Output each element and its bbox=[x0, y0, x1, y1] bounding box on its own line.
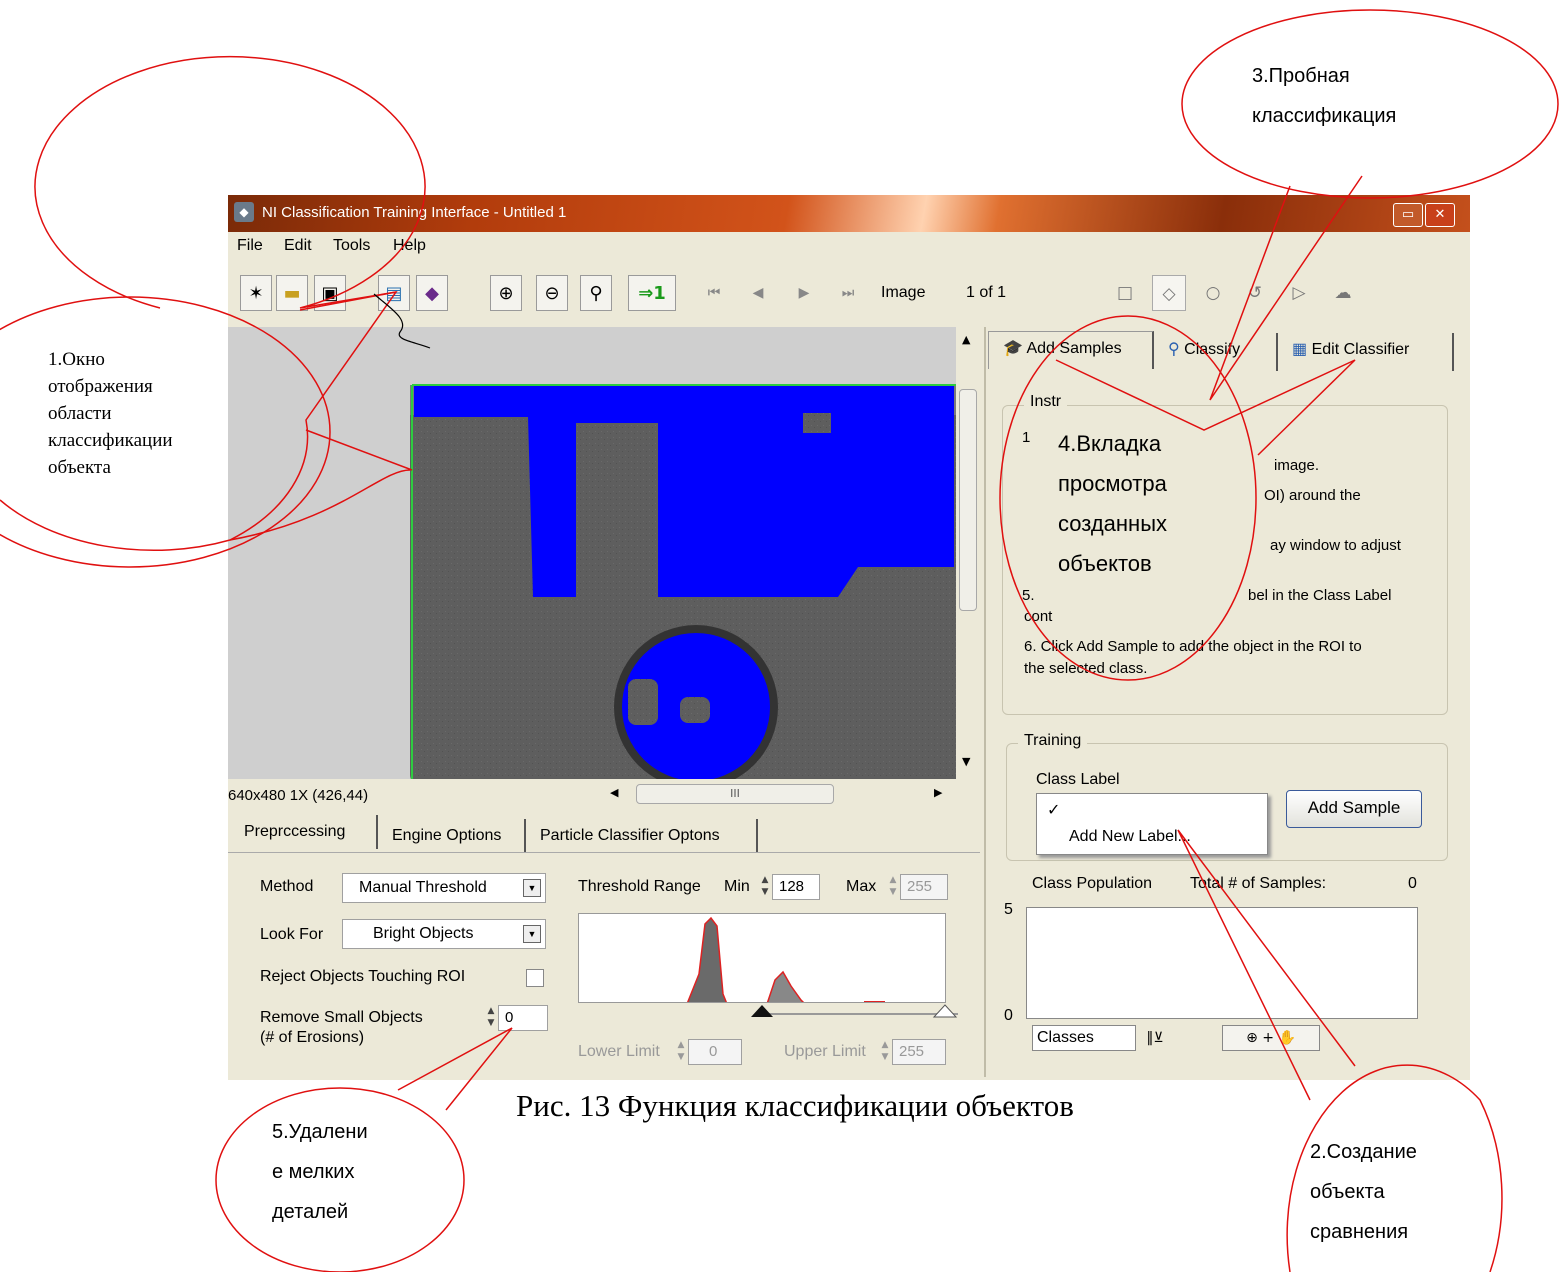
bubble-1-tip bbox=[305, 429, 413, 471]
annotation-4: 4.Вкладка просмотра созданных объектов bbox=[1058, 424, 1167, 584]
figure-caption: Рис. 13 Функция классификации объектов bbox=[516, 1088, 1074, 1123]
annotation-line: объекта bbox=[1310, 1181, 1385, 1203]
annotation-line: созданных bbox=[1058, 511, 1168, 536]
annotation-line: области bbox=[48, 403, 112, 424]
scribble-mark bbox=[373, 293, 431, 349]
annotation-line: объекта bbox=[48, 457, 111, 478]
annotation-line: 2.Создание bbox=[1310, 1141, 1417, 1163]
annotation-line: классификация bbox=[1252, 105, 1397, 127]
annotation-line: отображения bbox=[48, 376, 153, 397]
annotation-line: 3.Пробная bbox=[1252, 65, 1350, 87]
annotation-3: 3.Пробная классификация bbox=[1252, 56, 1396, 136]
annotation-overlay bbox=[0, 9, 1559, 1272]
annotation-line: просмотра bbox=[1058, 471, 1167, 496]
annotation-line: классификации bbox=[48, 430, 173, 451]
annotation-1: 1.Окно отображения области классификации… bbox=[48, 346, 173, 481]
annotation-5: 5.Удалени е мелких деталей bbox=[272, 1112, 368, 1232]
bubble-3-pointer bbox=[1209, 175, 1363, 401]
bubble-1-pointer bbox=[229, 469, 411, 541]
annotation-line: 4.Вкладка bbox=[1058, 431, 1162, 456]
annotation-2: 2.Создание объекта сравнения bbox=[1310, 1132, 1417, 1252]
bubble-5-pointer bbox=[397, 1027, 513, 1111]
annotation-line: сравнения bbox=[1310, 1221, 1409, 1243]
annotation-line: объектов bbox=[1058, 551, 1152, 576]
annotation-line: деталей bbox=[272, 1201, 349, 1223]
annotation-line: 1.Окно bbox=[48, 349, 105, 370]
annotation-line: е мелких bbox=[272, 1161, 355, 1183]
bubble-2-pointer bbox=[1177, 829, 1356, 1101]
annotation-line: 5.Удалени bbox=[272, 1121, 368, 1143]
